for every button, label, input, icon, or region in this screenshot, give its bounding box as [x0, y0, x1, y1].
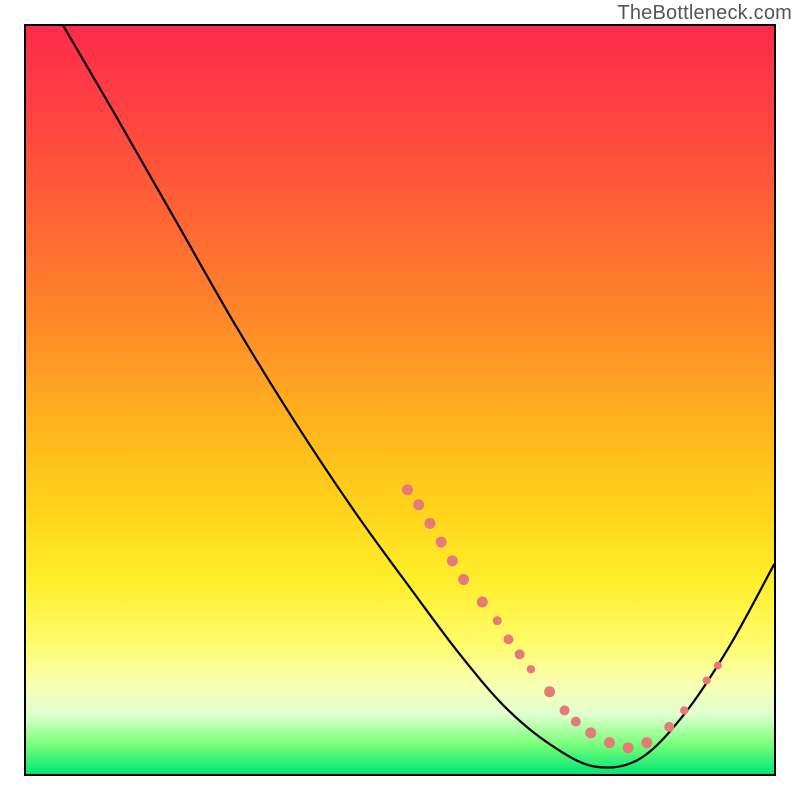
data-marker [544, 686, 555, 697]
data-marker [436, 537, 447, 548]
marker-group [402, 484, 722, 753]
data-marker [477, 596, 488, 607]
data-marker [623, 742, 634, 753]
data-marker [585, 727, 596, 738]
data-marker [664, 722, 674, 732]
data-marker [413, 499, 424, 510]
data-marker [402, 484, 413, 495]
data-marker [515, 649, 525, 659]
data-marker [714, 662, 722, 670]
plot-area [24, 24, 776, 776]
data-marker [447, 555, 458, 566]
data-marker [703, 677, 711, 685]
data-marker [604, 737, 615, 748]
data-marker [560, 705, 570, 715]
data-marker [503, 634, 513, 644]
data-marker [571, 717, 581, 727]
data-marker [458, 574, 469, 585]
data-marker [641, 737, 652, 748]
data-marker [493, 616, 502, 625]
chart-frame: TheBottleneck.com [0, 0, 800, 800]
data-marker [424, 518, 435, 529]
attribution-text: TheBottleneck.com [617, 2, 792, 25]
data-marker [527, 665, 535, 673]
marker-layer [26, 26, 774, 774]
data-marker [680, 706, 688, 714]
